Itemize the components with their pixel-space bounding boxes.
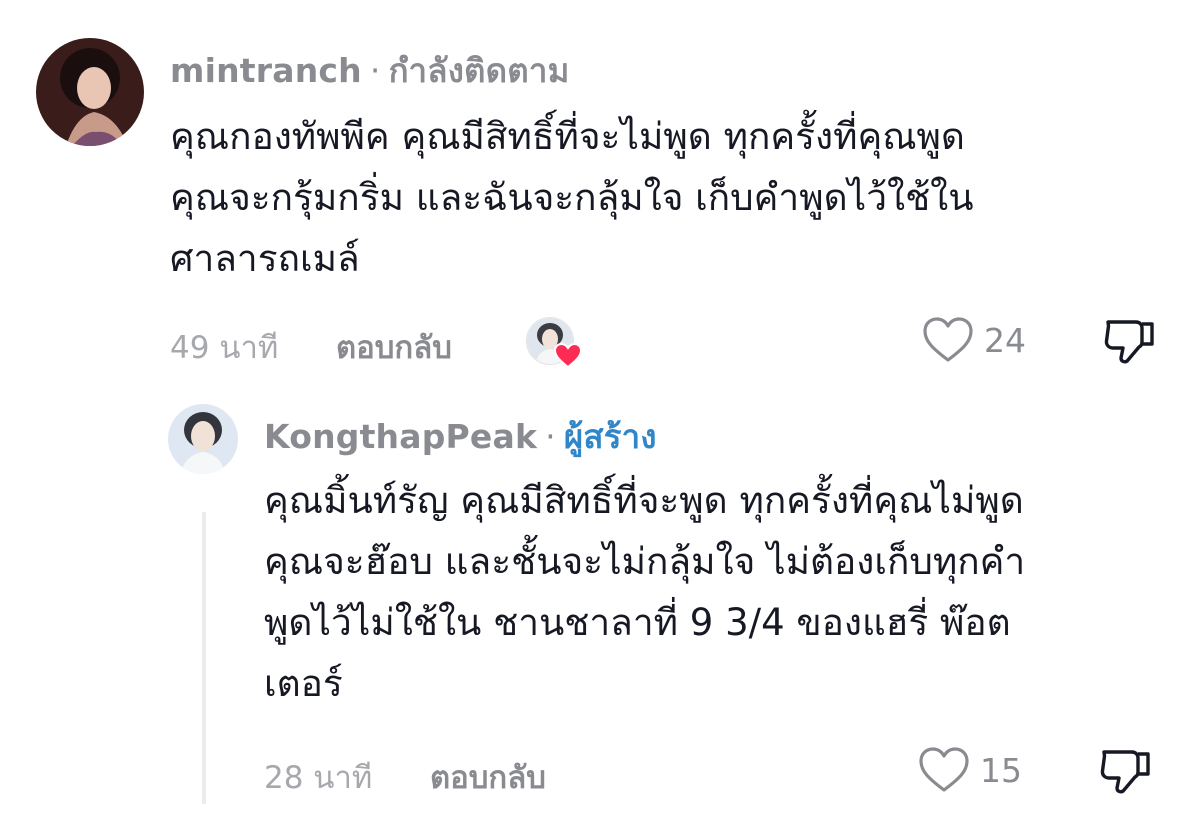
creator-badge: ผู้สร้าง bbox=[563, 417, 657, 456]
reply-like-button[interactable]: 15 bbox=[918, 746, 1022, 794]
corner-icon bbox=[1120, 0, 1138, 4]
heart-filled-icon bbox=[554, 343, 582, 369]
reply-time: 28 นาที bbox=[264, 760, 373, 796]
separator: · bbox=[369, 51, 381, 90]
heart-outline-icon bbox=[919, 747, 969, 792]
reply-author[interactable]: KongthapPeak · ผู้สร้าง bbox=[264, 410, 657, 463]
reply-avatar[interactable] bbox=[168, 404, 238, 474]
comment-author[interactable]: mintranch · กำลังติดตาม bbox=[170, 44, 570, 97]
avatar[interactable] bbox=[36, 38, 144, 146]
reply-username[interactable]: KongthapPeak bbox=[264, 417, 537, 456]
heart-outline-icon bbox=[923, 317, 973, 362]
comment-time: 49 นาที bbox=[170, 330, 279, 366]
reply-reply-button[interactable]: ตอบกลับ bbox=[430, 752, 546, 802]
following-status: กำลังติดตาม bbox=[388, 51, 570, 90]
thumbs-down-icon[interactable] bbox=[1098, 746, 1152, 796]
like-count: 24 bbox=[984, 320, 1026, 360]
reply-like-count: 15 bbox=[980, 750, 1022, 790]
reply-button[interactable]: ตอบกลับ bbox=[336, 322, 452, 372]
username[interactable]: mintranch bbox=[170, 51, 362, 90]
separator: · bbox=[545, 417, 556, 456]
liked-by-creator bbox=[526, 317, 582, 369]
thumbs-down-icon[interactable] bbox=[1102, 316, 1156, 366]
reply-thread-line bbox=[202, 512, 206, 804]
like-button[interactable]: 24 bbox=[922, 316, 1026, 364]
reply-text: คุณมิ้นท์รัญ คุณมีสิทธิ์ที่จะพูด ทุกครั้… bbox=[264, 479, 1026, 705]
comment-text: คุณกองทัพพีค คุณมีสิทธิ์ที่จะไม่พูด ทุกค… bbox=[170, 115, 974, 280]
